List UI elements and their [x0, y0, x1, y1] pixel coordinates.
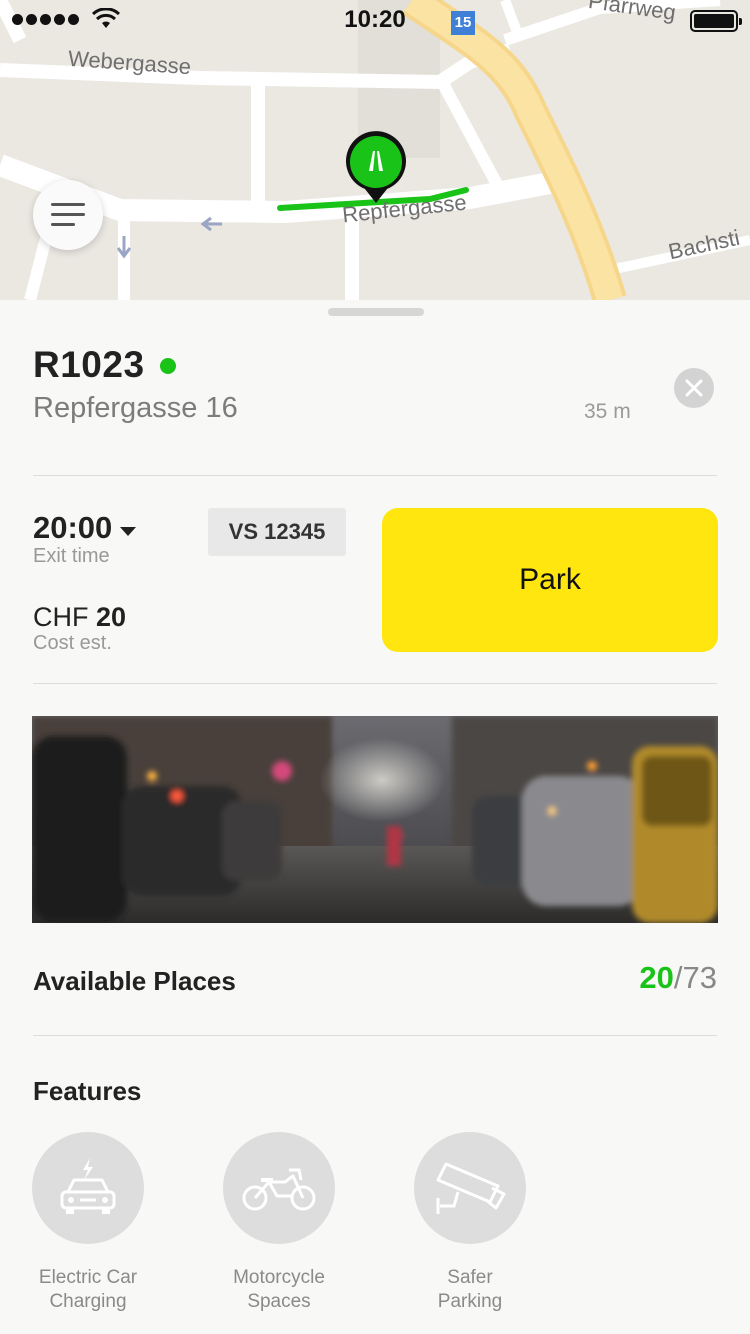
feature-motorcycle-spaces[interactable]: Motorcycle Spaces: [199, 1132, 359, 1314]
feature-label: Motorcycle Spaces: [199, 1266, 359, 1314]
available-places-count: 20/73: [639, 960, 717, 996]
feature-icon-circle: [32, 1132, 144, 1244]
cost-currency: CHF: [33, 602, 89, 632]
sheet-drag-handle[interactable]: [328, 308, 424, 316]
security-camera-icon: [436, 1162, 506, 1214]
park-button[interactable]: Park: [382, 508, 718, 652]
parking-detail-sheet: R1023 Repfergasse 16 35 m 20:00 Exit tim…: [0, 300, 750, 1334]
feature-label-line: Electric Car: [38, 1267, 138, 1288]
divider: [33, 683, 717, 684]
parking-location-pin-icon[interactable]: [345, 131, 407, 205]
total-count: /73: [673, 960, 717, 995]
close-button[interactable]: [674, 368, 714, 408]
map-view[interactable]: Webergasse Repfergasse Bachsti Pfarrweg …: [0, 0, 750, 300]
feature-label-line: Motorcycle: [233, 1267, 325, 1288]
status-time: 10:20: [344, 6, 406, 33]
exit-time-value[interactable]: 20:00: [33, 510, 112, 546]
divider: [33, 475, 717, 476]
feature-label-line: Safer: [447, 1267, 493, 1288]
motorcycle-icon: [242, 1168, 316, 1211]
spot-code: R1023: [33, 344, 145, 385]
cost-amount: 20: [96, 602, 127, 632]
features-title: Features: [33, 1076, 142, 1106]
feature-label-line: Charging: [49, 1291, 127, 1312]
street-photo: [32, 716, 718, 923]
electric-car-icon: [60, 1158, 116, 1214]
available-places-label: Available Places: [33, 966, 236, 996]
chevron-down-icon[interactable]: [120, 527, 136, 537]
status-bar: 10:20: [0, 0, 750, 40]
feature-label: Safer Parking: [390, 1266, 550, 1314]
divider: [33, 1035, 717, 1036]
feature-icon-circle: [414, 1132, 526, 1244]
available-count: 20: [639, 960, 674, 995]
spot-distance: 35 m: [584, 400, 631, 423]
cost-estimate-value: CHF 20: [33, 602, 126, 633]
spot-address: Repfergasse 16: [33, 392, 238, 424]
menu-button[interactable]: [33, 180, 103, 250]
license-plate-button[interactable]: VS 12345: [208, 508, 346, 556]
availability-status-dot: [160, 358, 176, 374]
exit-time-label: Exit time: [33, 545, 110, 567]
close-icon: [685, 379, 703, 397]
feature-label-line: Parking: [437, 1291, 503, 1312]
feature-electric-charging[interactable]: Electric Car Charging: [8, 1132, 168, 1314]
feature-safer-parking[interactable]: Safer Parking: [390, 1132, 550, 1314]
cost-estimate-label: Cost est.: [33, 632, 112, 654]
battery-icon: [690, 10, 742, 32]
feature-label-line: Spaces: [247, 1291, 311, 1312]
hamburger-menu-icon: [51, 203, 85, 227]
feature-label: Electric Car Charging: [8, 1266, 168, 1314]
feature-icon-circle: [223, 1132, 335, 1244]
